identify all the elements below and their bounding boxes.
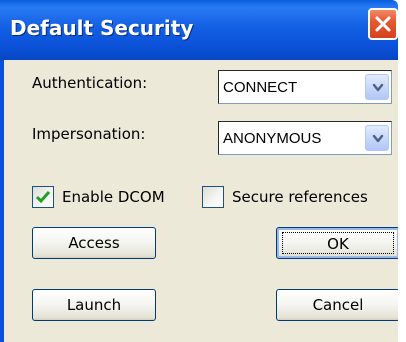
close-icon: [375, 16, 391, 32]
enable-dcom-label: Enable DCOM: [62, 188, 165, 206]
checkmark-icon: [35, 191, 51, 204]
launch-button[interactable]: Launch: [32, 289, 156, 321]
authentication-dropdown[interactable]: CONNECT: [218, 70, 392, 104]
close-button[interactable]: [368, 8, 398, 40]
dialog-client-area: Authentication: CONNECT Impersonation: A…: [0, 60, 400, 342]
title-bar[interactable]: Default Security: [0, 0, 398, 60]
access-button[interactable]: Access: [32, 227, 156, 259]
chevron-down-icon: [372, 134, 384, 143]
impersonation-dropdown-button[interactable]: [365, 125, 389, 151]
ok-button-label: OK: [282, 232, 394, 254]
impersonation-dropdown[interactable]: ANONYMOUS: [218, 121, 392, 155]
window-edge: [398, 0, 406, 342]
impersonation-label: Impersonation:: [32, 125, 146, 143]
authentication-dropdown-button[interactable]: [365, 74, 389, 100]
cancel-button[interactable]: Cancel: [276, 289, 400, 321]
secure-references-label: Secure references: [232, 188, 368, 206]
authentication-label: Authentication:: [32, 74, 148, 92]
impersonation-value: ANONYMOUS: [223, 130, 322, 147]
chevron-down-icon: [372, 83, 384, 92]
authentication-value: CONNECT: [223, 79, 298, 96]
enable-dcom-checkbox[interactable]: [32, 186, 54, 208]
secure-references-checkbox[interactable]: [202, 186, 224, 208]
default-security-dialog: Default Security Authentication: CONNECT…: [0, 0, 406, 342]
ok-button[interactable]: OK: [276, 227, 400, 259]
window-title: Default Security: [10, 16, 194, 40]
